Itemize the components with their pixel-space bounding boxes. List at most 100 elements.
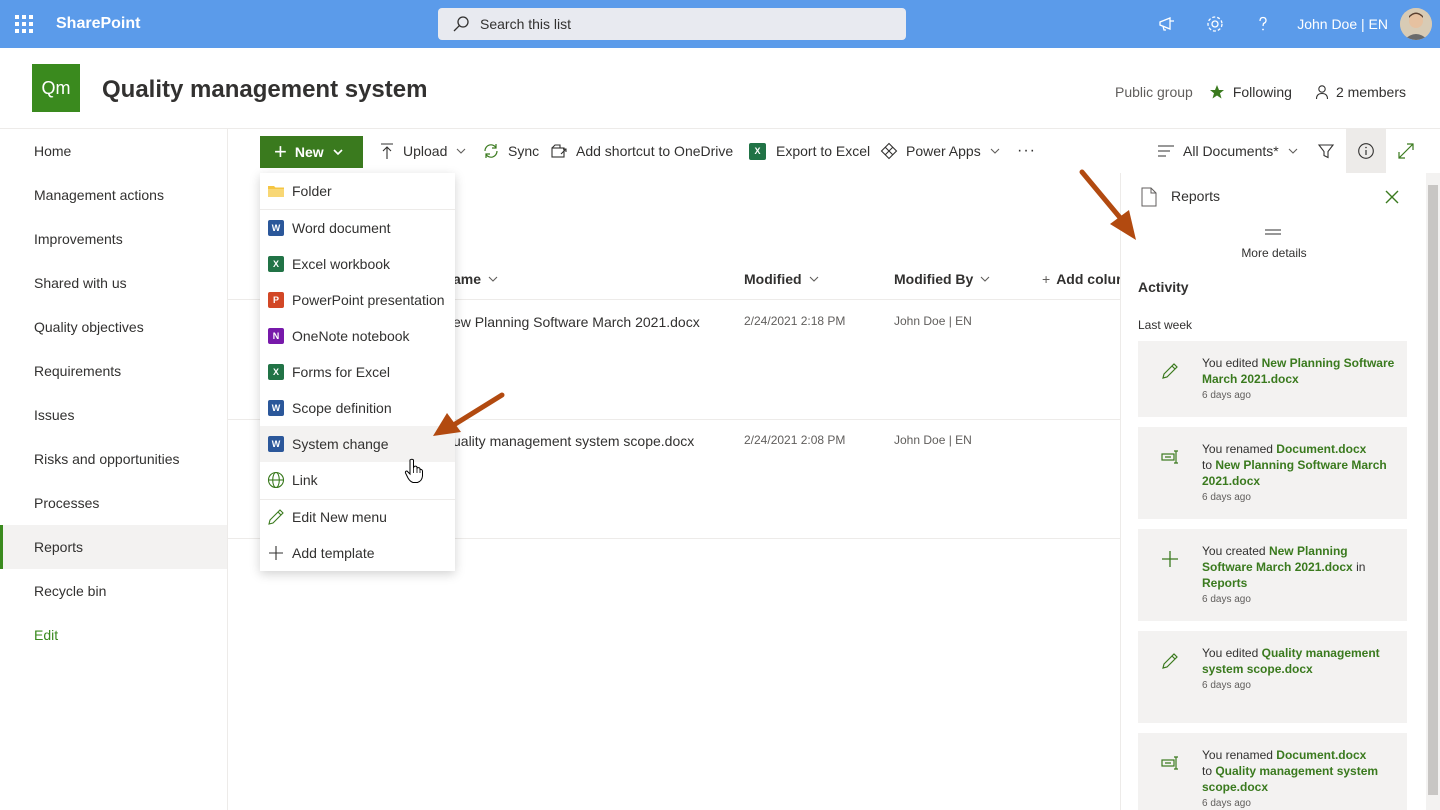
activity-card[interactable]: You renamed Document.docx to Quality man… <box>1138 733 1407 810</box>
chevron-down-icon <box>990 148 1000 154</box>
sync-button[interactable]: Sync <box>482 129 539 173</box>
menu-item-powerpoint-presentation[interactable]: P PowerPoint presentation <box>260 282 455 318</box>
close-icon[interactable] <box>1384 189 1400 205</box>
file-link[interactable]: New Planning Software March 2021.docx <box>1202 458 1387 488</box>
more-commands-button[interactable]: ··· <box>1017 129 1036 173</box>
following-button[interactable]: Following <box>1209 84 1292 100</box>
page-title[interactable]: Quality management system <box>102 76 427 104</box>
chevron-down-icon <box>1288 148 1298 154</box>
add-shortcut-button[interactable]: Add shortcut to OneDrive <box>550 129 733 173</box>
app-launcher-icon[interactable] <box>0 0 48 48</box>
user-name[interactable]: John Doe | EN <box>1297 16 1388 32</box>
export-to-excel-button[interactable]: X Export to Excel <box>749 129 870 173</box>
upload-button[interactable]: Upload <box>379 129 467 173</box>
menu-item-word-document[interactable]: W Word document <box>260 210 455 246</box>
nav-edit-link[interactable]: Edit <box>0 613 227 657</box>
add-shortcut-label: Add shortcut to OneDrive <box>576 143 734 159</box>
activity-time: 6 days ago <box>1202 492 1251 503</box>
nav-item-improvements[interactable]: Improvements <box>0 217 227 261</box>
rename-icon <box>1161 756 1178 770</box>
activity-period: Last week <box>1138 318 1193 332</box>
search-input[interactable] <box>480 16 880 32</box>
column-header-modified[interactable]: Modified <box>744 259 820 299</box>
nav-item-risks-and-opportunities[interactable]: Risks and opportunities <box>0 437 227 481</box>
menu-item-system-change[interactable]: W System change <box>260 426 455 462</box>
file-name-link[interactable]: uality management system scope.docx <box>453 433 694 449</box>
activity-card[interactable]: You edited Quality management system sco… <box>1138 631 1407 723</box>
chevron-down-icon <box>456 148 466 154</box>
activity-time: 6 days ago <box>1202 390 1251 401</box>
chevron-down-icon <box>488 276 498 282</box>
search-box[interactable] <box>438 8 906 40</box>
plus-icon <box>266 543 286 563</box>
new-button-label: New <box>294 144 324 160</box>
shortcut-icon <box>551 144 567 158</box>
modified-date: 2/24/2021 2:18 PM <box>744 314 846 328</box>
menu-item-edit-new-menu[interactable]: Edit New menu <box>260 499 455 535</box>
folder-link[interactable]: Reports <box>1202 576 1247 590</box>
info-icon[interactable] <box>1346 129 1386 173</box>
sync-icon <box>484 144 498 158</box>
pane-title: Reports <box>1171 188 1221 204</box>
sharepoint-brand-link[interactable]: SharePoint <box>56 15 140 33</box>
menu-item-scope-definition[interactable]: W Scope definition <box>260 390 455 426</box>
help-icon[interactable] <box>1239 0 1287 48</box>
word-icon: W <box>268 220 284 236</box>
avatar[interactable] <box>1400 8 1432 40</box>
site-header: Qm Quality management system Public grou… <box>0 48 1440 129</box>
more-details-link[interactable]: More details <box>1121 246 1427 260</box>
file-link[interactable]: Document.docx <box>1276 748 1366 762</box>
nav-item-management-actions[interactable]: Management actions <box>0 173 227 217</box>
drag-handle-icon[interactable] <box>1265 228 1281 236</box>
details-pane: Reports More details Activity Last week … <box>1120 173 1426 810</box>
power-apps-button[interactable]: Power Apps <box>880 129 1001 173</box>
nav-item-quality-objectives[interactable]: Quality objectives <box>0 305 227 349</box>
group-type: Public group <box>1115 84 1193 100</box>
new-menu: Folder W Word document X Excel workbook … <box>260 173 455 571</box>
activity-heading: Activity <box>1138 279 1189 295</box>
file-link[interactable]: Quality management system scope.docx <box>1202 764 1378 794</box>
new-button[interactable]: + New <box>260 136 363 168</box>
plus-icon: + <box>274 139 287 164</box>
plus-icon <box>1162 551 1178 567</box>
menu-item-link[interactable]: Link <box>260 462 455 498</box>
site-logo[interactable]: Qm <box>32 64 80 112</box>
nav-item-processes[interactable]: Processes <box>0 481 227 525</box>
export-label: Export to Excel <box>776 143 871 159</box>
menu-item-add-template[interactable]: Add template <box>260 535 455 571</box>
scrollbar-thumb[interactable] <box>1428 185 1438 795</box>
megaphone-icon[interactable] <box>1143 0 1191 48</box>
menu-item-onenote-notebook[interactable]: N OneNote notebook <box>260 318 455 354</box>
view-switcher[interactable]: All Documents* <box>1157 129 1299 173</box>
activity-card[interactable]: You edited New Planning Software March 2… <box>1138 341 1407 417</box>
nav-item-reports[interactable]: Reports <box>0 525 227 569</box>
powerpoint-icon: P <box>268 292 284 308</box>
nav-item-home[interactable]: Home <box>0 129 227 173</box>
filter-icon[interactable] <box>1316 129 1336 173</box>
pane-scrollbar[interactable] <box>1426 173 1440 810</box>
nav-item-requirements[interactable]: Requirements <box>0 349 227 393</box>
members-button[interactable]: 2 members <box>1314 84 1406 100</box>
menu-item-forms-for-excel[interactable]: X Forms for Excel <box>260 354 455 390</box>
activity-card[interactable]: You renamed Document.docx to New Plannin… <box>1138 427 1407 519</box>
document-icon <box>1141 187 1157 207</box>
column-header-name[interactable]: ame <box>453 259 499 299</box>
menu-item-folder[interactable]: Folder <box>260 173 455 209</box>
file-name-link[interactable]: ew Planning Software March 2021.docx <box>453 314 700 330</box>
expand-icon[interactable] <box>1396 129 1416 173</box>
activity-card[interactable]: You created New Planning Software March … <box>1138 529 1407 621</box>
menu-item-excel-workbook[interactable]: X Excel workbook <box>260 246 455 282</box>
power-apps-icon <box>880 142 898 160</box>
nav-item-issues[interactable]: Issues <box>0 393 227 437</box>
modified-by[interactable]: John Doe | EN <box>894 314 972 328</box>
members-label: 2 members <box>1335 84 1406 100</box>
column-header-modified-by[interactable]: Modified By <box>894 259 991 299</box>
pencil-icon <box>266 507 286 527</box>
nav-item-recycle-bin[interactable]: Recycle bin <box>0 569 227 613</box>
file-link[interactable]: Document.docx <box>1276 442 1366 456</box>
chevron-down-icon <box>980 276 990 282</box>
modified-by[interactable]: John Doe | EN <box>894 433 972 447</box>
nav-item-shared-with-us[interactable]: Shared with us <box>0 261 227 305</box>
gear-icon[interactable] <box>1191 0 1239 48</box>
add-column-button[interactable]: + Add colur <box>1042 259 1120 299</box>
